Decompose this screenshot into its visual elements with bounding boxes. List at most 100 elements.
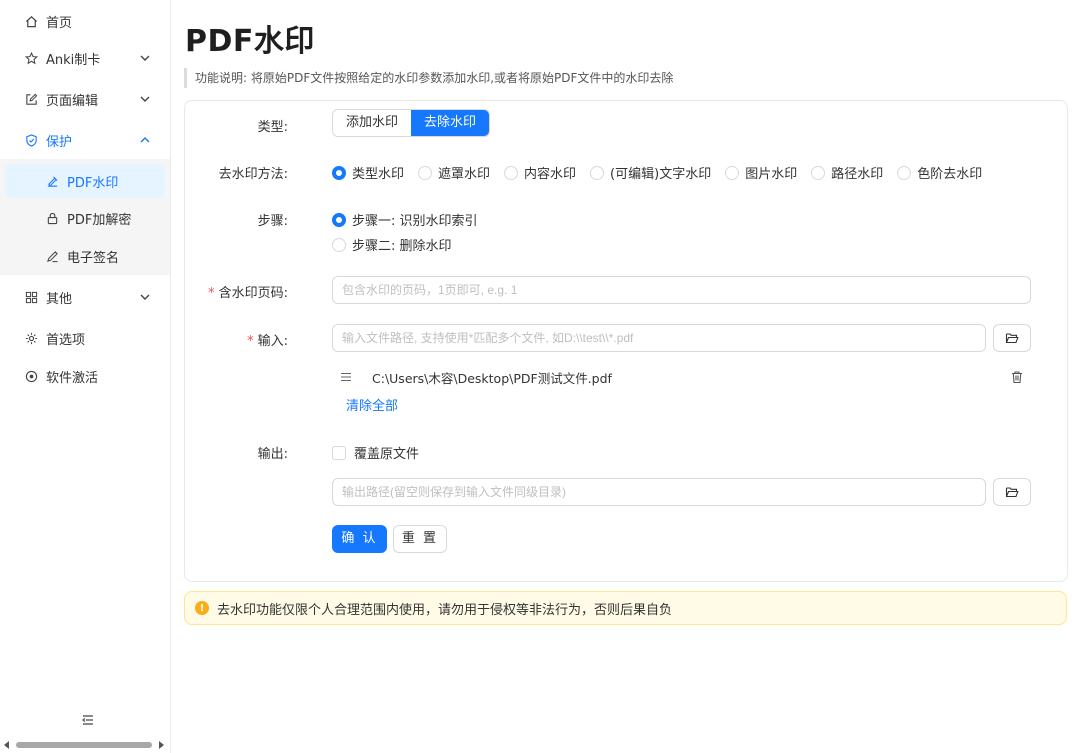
radio-label: (可编辑)文字水印 xyxy=(610,167,712,182)
method-radio-levels[interactable]: 色阶去水印 xyxy=(897,163,982,182)
chevron-down-icon xyxy=(140,96,150,102)
gear-icon xyxy=(24,331,38,345)
input-path-field[interactable] xyxy=(332,324,986,352)
radio-label: 内容水印 xyxy=(524,167,577,182)
warning-text: 去水印功能仅限个人合理范围内使用，请勿用于侵权等非法行为，否则后果自负 xyxy=(217,602,673,618)
sidebar-item-preferences[interactable]: 首选项 xyxy=(4,321,166,355)
sidebar-item-label: 页面编辑 xyxy=(46,93,99,109)
folder-open-icon xyxy=(1005,333,1019,344)
type-segmented-control: 添加水印 去除水印 xyxy=(332,109,491,137)
method-radio-type[interactable]: 类型水印 xyxy=(332,163,404,182)
stamp-icon xyxy=(45,174,59,188)
step-radio-2[interactable]: 步骤二: 删除水印 xyxy=(332,235,452,254)
radio-dot xyxy=(504,165,519,180)
scroll-left-icon[interactable] xyxy=(4,741,9,749)
method-radio-group: 类型水印 遮罩水印 内容水印 (可编辑)文字水印 图片水印 路径水印 色阶去水印 xyxy=(332,163,996,182)
method-radio-content[interactable]: 内容水印 xyxy=(504,163,576,182)
method-label: 去水印方法: xyxy=(218,167,288,182)
page-title: PDF水印 xyxy=(185,24,315,59)
sidebar-item-home[interactable]: 首页 xyxy=(4,4,166,38)
method-radio-mask[interactable]: 遮罩水印 xyxy=(418,163,490,182)
home-icon xyxy=(24,14,38,28)
scroll-right-icon[interactable] xyxy=(159,741,164,749)
sidebar-item-anki[interactable]: Anki制卡 xyxy=(4,41,166,75)
edit-icon xyxy=(24,92,38,106)
radio-dot xyxy=(418,165,433,180)
pages-label: * 含水印页码: xyxy=(208,286,288,301)
radio-label: 图片水印 xyxy=(745,167,798,182)
scrollbar-thumb[interactable] xyxy=(16,742,152,748)
type-option-add[interactable]: 添加水印 xyxy=(333,110,412,136)
sidebar-subitem-e-signature[interactable]: 电子签名 xyxy=(5,239,165,273)
sidebar-item-label: 首页 xyxy=(46,15,73,31)
radio-dot xyxy=(332,212,346,227)
radio-dot xyxy=(332,237,346,252)
sidebar: 首页 Anki制卡 页面编辑 保护 PDF水印 PDF加解密 电子签名 其他 首… xyxy=(0,0,171,753)
chevron-up-icon xyxy=(140,137,150,143)
reset-button[interactable]: 重 置 xyxy=(393,525,447,553)
sidebar-item-protect[interactable]: 保护 xyxy=(4,123,166,157)
browse-input-button[interactable] xyxy=(993,324,1031,352)
output-label: 输出: xyxy=(257,447,288,462)
checkbox-label: 覆盖原文件 xyxy=(354,447,420,462)
sidebar-item-label: Anki制卡 xyxy=(46,52,101,68)
sidebar-subitem-label: PDF加解密 xyxy=(67,212,132,228)
radio-dot xyxy=(590,165,605,180)
step-label: 步骤: xyxy=(257,214,288,229)
type-label: 类型: xyxy=(257,120,288,135)
drag-handle-icon[interactable] xyxy=(340,371,352,383)
sidebar-subitem-label: PDF水印 xyxy=(67,175,119,191)
radio-dot xyxy=(897,165,912,180)
sidebar-subitem-pdf-encrypt[interactable]: PDF加解密 xyxy=(5,201,165,235)
browse-output-button[interactable] xyxy=(993,478,1031,506)
pages-input[interactable] xyxy=(332,276,1031,304)
page-description: 功能说明: 将原始PDF文件按照给定的水印参数添加水印,或者将原始PDF文件中的… xyxy=(184,68,673,88)
checkbox-box xyxy=(332,445,346,460)
sidebar-item-label: 首选项 xyxy=(46,332,86,348)
radio-label: 遮罩水印 xyxy=(438,167,491,182)
step-radio-1[interactable]: 步骤一: 识别水印索引 xyxy=(332,210,478,229)
method-radio-image[interactable]: 图片水印 xyxy=(725,163,797,182)
radio-dot xyxy=(725,165,740,180)
delete-icon[interactable] xyxy=(1010,370,1024,384)
file-path: C:\Users\木容\Desktop\PDF测试文件.pdf xyxy=(372,371,612,386)
chevron-down-icon xyxy=(140,294,150,300)
sidebar-item-label: 软件激活 xyxy=(46,370,99,386)
step-radio-group: 步骤一: 识别水印索引 xyxy=(332,210,492,229)
file-list-item: C:\Users\木容\Desktop\PDF测试文件.pdf xyxy=(332,366,1032,388)
pages-label-text: 含水印页码: xyxy=(218,286,288,301)
shield-icon xyxy=(24,133,38,147)
overwrite-checkbox[interactable]: 覆盖原文件 xyxy=(332,443,419,462)
clear-all-link[interactable]: 清除全部 xyxy=(346,395,398,414)
confirm-button[interactable]: 确 认 xyxy=(332,525,387,553)
warning-icon: ! xyxy=(195,601,209,615)
input-label-text: 输入: xyxy=(257,334,288,349)
input-label: * 输入: xyxy=(247,334,288,349)
sidebar-subitem-pdf-watermark[interactable]: PDF水印 xyxy=(5,164,165,198)
warning-alert: ! 去水印功能仅限个人合理范围内使用，请勿用于侵权等非法行为，否则后果自负 xyxy=(184,591,1067,625)
radio-label: 路径水印 xyxy=(831,167,884,182)
sidebar-subitem-label: 电子签名 xyxy=(67,250,120,266)
folder-open-icon xyxy=(1005,487,1019,498)
lock-icon xyxy=(45,211,59,225)
sidebar-horizontal-scrollbar[interactable] xyxy=(4,740,164,750)
sidebar-item-label: 保护 xyxy=(46,134,73,150)
radio-dot xyxy=(811,165,826,180)
target-icon xyxy=(24,369,38,383)
menu-collapse-icon[interactable] xyxy=(80,712,96,728)
chevron-down-icon xyxy=(140,55,150,61)
star-icon xyxy=(24,51,38,65)
radio-label: 步骤二: 删除水印 xyxy=(352,239,452,254)
sidebar-item-activation[interactable]: 软件激活 xyxy=(4,359,166,393)
method-radio-path[interactable]: 路径水印 xyxy=(811,163,883,182)
method-radio-text[interactable]: (可编辑)文字水印 xyxy=(590,163,711,182)
type-option-remove[interactable]: 去除水印 xyxy=(411,110,490,136)
sidebar-item-other[interactable]: 其他 xyxy=(4,280,166,314)
sidebar-item-page-edit[interactable]: 页面编辑 xyxy=(4,82,166,116)
radio-label: 色阶去水印 xyxy=(917,167,983,182)
step-radio-group-2: 步骤二: 删除水印 xyxy=(332,235,466,254)
radio-dot xyxy=(332,165,346,180)
output-path-field[interactable] xyxy=(332,478,986,506)
pen-icon xyxy=(45,249,59,263)
sidebar-item-label: 其他 xyxy=(46,291,73,307)
